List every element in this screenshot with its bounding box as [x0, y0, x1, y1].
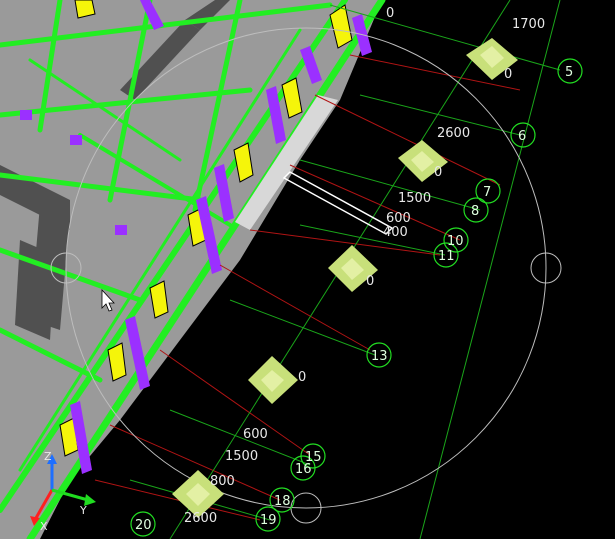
pile-cap-label: 0: [504, 67, 512, 82]
pile-cap[interactable]: [248, 356, 298, 404]
grid-tag-label: 8: [471, 204, 479, 219]
grid-tag-label: 6: [518, 129, 526, 144]
dimension-text: 800: [210, 474, 235, 489]
grid-tag-label: 11: [438, 249, 455, 264]
dimension-text: 1500: [225, 449, 258, 464]
dimension-text: 2600: [437, 126, 470, 141]
grid-tag-label: 10: [447, 234, 464, 249]
dimension-text: 600: [386, 211, 411, 226]
pile-cap-label: 0: [366, 274, 374, 289]
grid-tag-label: 5: [565, 65, 573, 80]
pile-cap-label: 0: [434, 165, 442, 180]
dimension-text: 1500: [398, 191, 431, 206]
dimension-text: 400: [383, 225, 408, 240]
dimension-text: 2600: [184, 511, 217, 526]
grid-tag-label: 7: [483, 185, 491, 200]
grid-tag-label: 16: [295, 462, 312, 477]
grid-tag-label: 13: [371, 349, 388, 364]
dimension-text: 1700: [512, 17, 545, 32]
grid-tag-label: 20: [135, 518, 152, 533]
axis-y-label: Y: [79, 504, 87, 517]
axis-x-label: X: [40, 520, 48, 533]
edge-label: 0: [386, 6, 394, 21]
grid-tag-label: 18: [274, 494, 291, 509]
axis-z-label: Z: [44, 450, 52, 463]
grid-tag-label: 19: [260, 513, 277, 528]
dimension-text: 600: [243, 427, 268, 442]
model-viewport[interactable]: 0 0 0 0 0 1700 2600 1500 600 400 600 150…: [0, 0, 615, 539]
pile-cap-label: 0: [298, 370, 306, 385]
model-canvas[interactable]: 0 0 0 0 0 1700 2600 1500 600 400 600 150…: [0, 0, 615, 539]
